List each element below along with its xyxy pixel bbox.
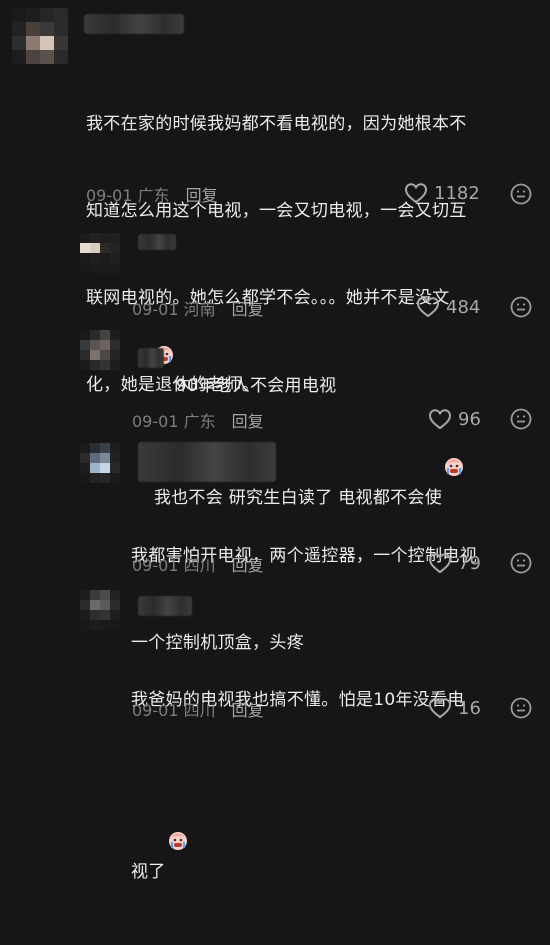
like-count: 484 [446,296,481,318]
face-emoji-icon[interactable] [510,697,532,719]
avatar[interactable] [80,590,120,630]
comment-date: 09-01 河南 [132,300,216,319]
avatar[interactable] [80,330,120,370]
reply-button[interactable]: 回复 [232,296,264,320]
heart-outline-icon [404,182,428,204]
face-emoji-icon[interactable] [510,408,532,430]
heart-outline-icon [428,697,452,719]
like-button[interactable]: 1182 [404,182,480,204]
comment-meta: 09-01 四川 回复 [132,697,264,721]
like-count: 1182 [434,182,480,204]
reply-button[interactable]: 回复 [186,182,218,206]
reply-button[interactable]: 回复 [232,408,264,432]
avatar[interactable] [12,8,68,64]
comment-meta: 09-01 河南 回复 [132,296,264,320]
username-blurred[interactable] [138,348,164,368]
heart-outline-icon [428,408,452,430]
like-count: 96 [458,408,481,430]
username-blurred[interactable] [138,234,176,250]
like-count: 79 [458,552,481,574]
like-button[interactable]: 484 [416,296,480,318]
comment-date: 09-01 广东 [132,412,216,431]
comment-meta: 09-01 广东 回复 [132,408,264,432]
comment-meta: 09-01 四川 回复 [132,552,264,576]
like-button[interactable]: 96 [428,408,481,430]
heart-outline-icon [428,552,452,574]
comment-date: 09-01 四川 [132,556,216,575]
face-emoji-icon[interactable] [510,183,532,205]
reply-button[interactable]: 回复 [232,697,264,721]
comment-date: 09-01 四川 [132,701,216,720]
username-blurred[interactable] [138,596,192,616]
reply-button[interactable]: 回复 [232,552,264,576]
comment-date: 09-01 广东 [86,186,170,205]
heart-outline-icon [416,296,440,318]
username-blurred[interactable] [84,14,184,34]
username-blurred[interactable] [138,442,276,482]
like-button[interactable]: 16 [428,697,481,719]
comment-text: 我爸妈的电视我也搞不懂。怕是10年没看电 视了 [131,690,465,882]
face-emoji-icon[interactable] [510,296,532,318]
avatar[interactable] [80,443,120,483]
like-button[interactable]: 79 [428,552,481,574]
avatar[interactable] [80,233,120,273]
crying-face-emoji-icon [168,773,188,850]
like-count: 16 [458,697,481,719]
comment-meta: 09-01 广东 回复 [86,182,218,206]
face-emoji-icon[interactable] [510,552,532,574]
